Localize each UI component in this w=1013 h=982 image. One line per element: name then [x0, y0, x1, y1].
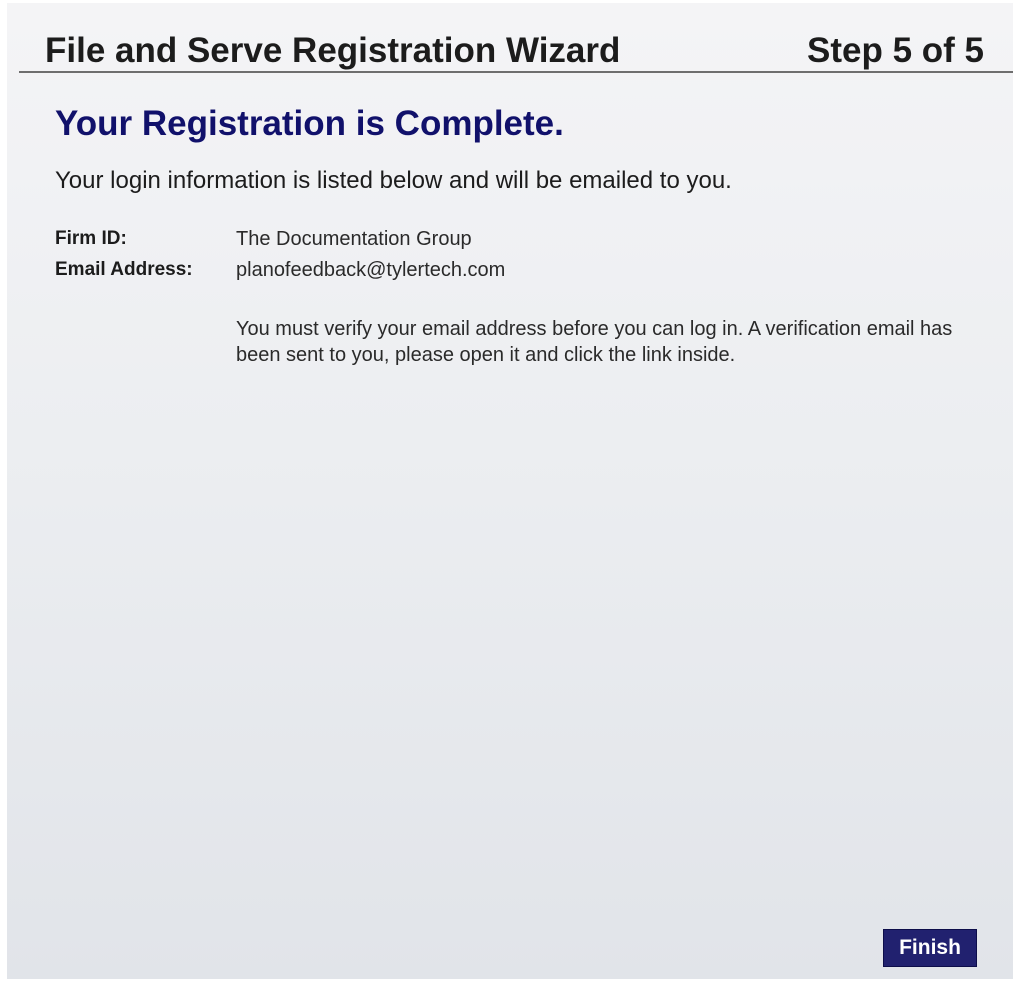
registration-wizard-panel: File and Serve Registration Wizard Step …: [7, 3, 1013, 979]
firm-id-label: Firm ID:: [55, 228, 127, 249]
firm-id-value: The Documentation Group: [236, 228, 472, 250]
intro-text: Your login information is listed below a…: [55, 167, 732, 194]
email-address-label: Email Address:: [55, 259, 193, 280]
finish-button[interactable]: Finish: [883, 929, 977, 967]
wizard-title: File and Serve Registration Wizard: [45, 31, 621, 70]
wizard-step-indicator: Step 5 of 5: [807, 31, 984, 70]
verification-note: You must verify your email address befor…: [236, 318, 953, 366]
page-title: Your Registration is Complete.: [55, 104, 564, 143]
email-address-value: planofeedback@tylertech.com: [236, 259, 506, 281]
